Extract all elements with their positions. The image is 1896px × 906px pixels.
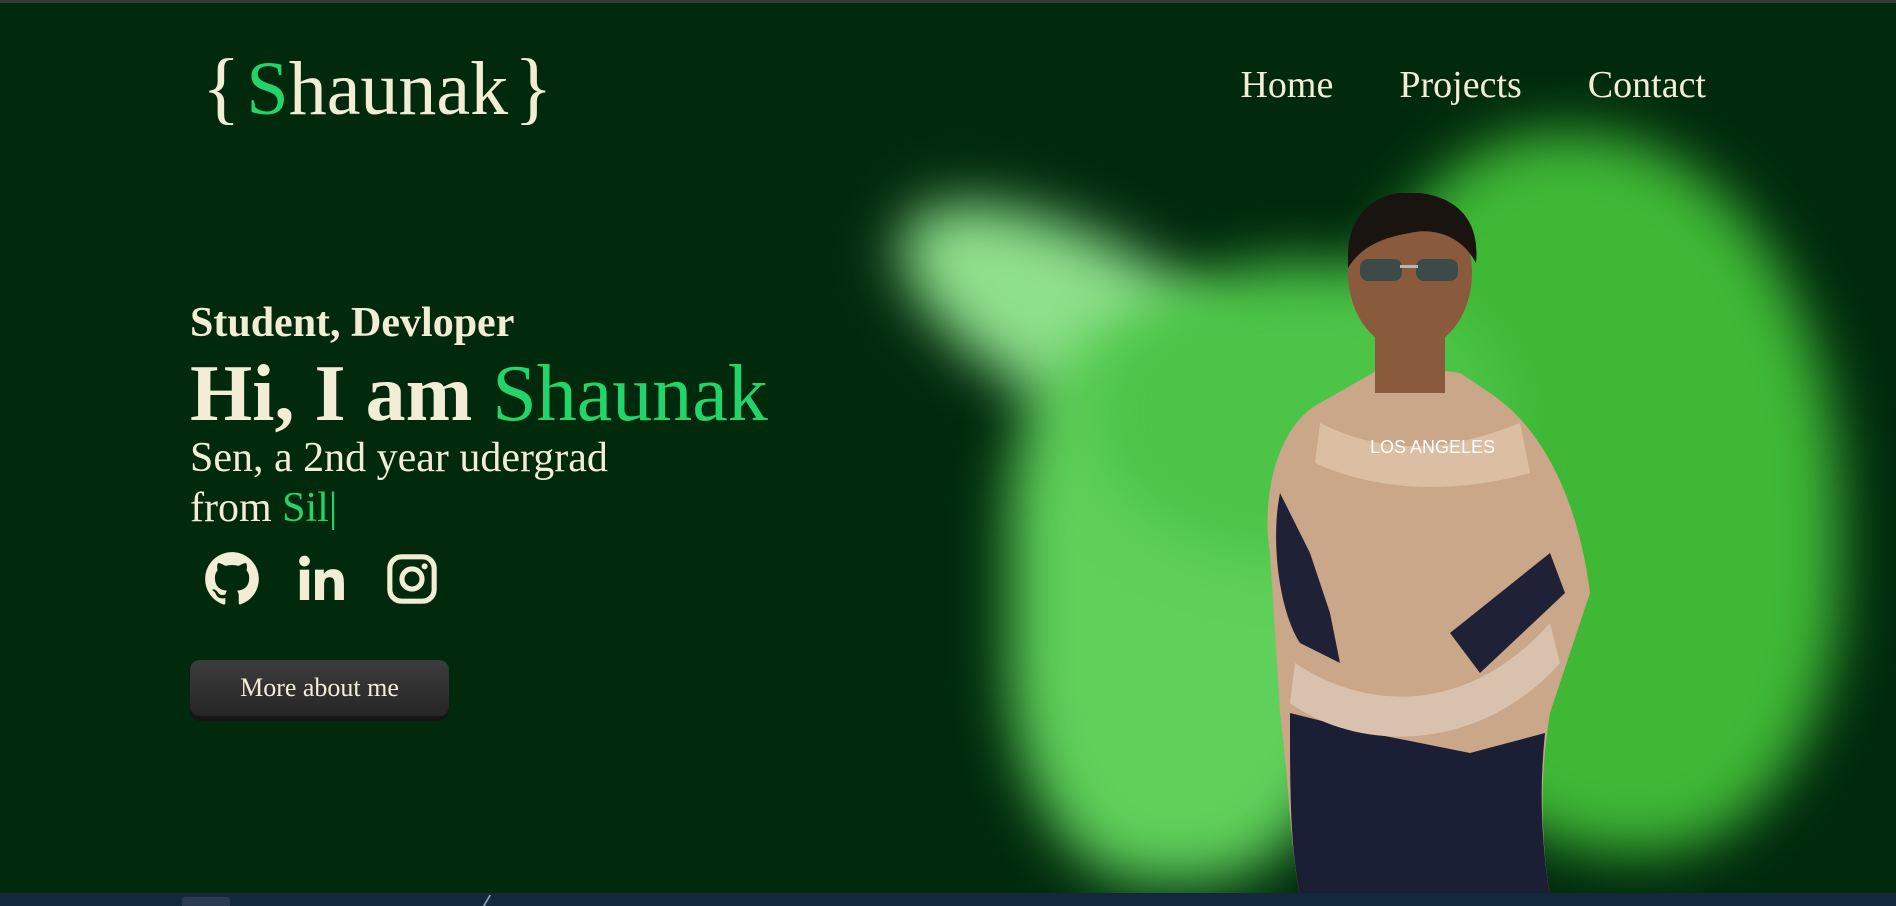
nav-projects[interactable]: Projects: [1399, 63, 1521, 107]
more-about-me-button[interactable]: More about me: [190, 660, 449, 716]
github-icon[interactable]: [204, 551, 260, 607]
typed-text: Sil: [282, 485, 329, 531]
typing-cursor: |: [328, 485, 338, 531]
taskbar-mark: [482, 895, 506, 906]
hero-greeting: Hi, I am: [190, 350, 473, 438]
taskbar-tab: [182, 897, 230, 906]
nav-home[interactable]: Home: [1240, 63, 1333, 107]
site-logo[interactable]: { S haunak }: [196, 43, 559, 134]
hero-description-line1: Sen, a 2nd year udergrad: [190, 435, 608, 481]
logo-open-brace: {: [202, 44, 241, 132]
hero-name: Shaunak: [492, 350, 768, 438]
logo-close-brace: }: [514, 44, 553, 132]
logo-rest: haunak: [288, 47, 509, 131]
hero-headline: Hi, I am Shaunak: [190, 349, 768, 440]
hero-description-line2: from Sil|: [190, 483, 608, 533]
instagram-icon[interactable]: [384, 551, 440, 607]
taskbar-edge: [0, 893, 1896, 906]
hero-subtitle: Student, Devloper: [190, 300, 515, 346]
hero-description: Sen, a 2nd year udergrad from Sil|: [190, 433, 608, 533]
main-nav: Home Projects Contact: [1240, 63, 1706, 107]
linkedin-icon[interactable]: [294, 551, 350, 607]
social-links: [204, 551, 440, 607]
svg-text:LOS ANGELES: LOS ANGELES: [1370, 437, 1495, 457]
profile-photo: LOS ANGELES: [1267, 193, 1590, 893]
portfolio-page: { S haunak } Home Projects Contact Stude…: [0, 0, 1896, 893]
hero-from-prefix: from: [190, 485, 272, 531]
nav-contact[interactable]: Contact: [1588, 63, 1706, 107]
logo-initial: S: [246, 47, 289, 131]
